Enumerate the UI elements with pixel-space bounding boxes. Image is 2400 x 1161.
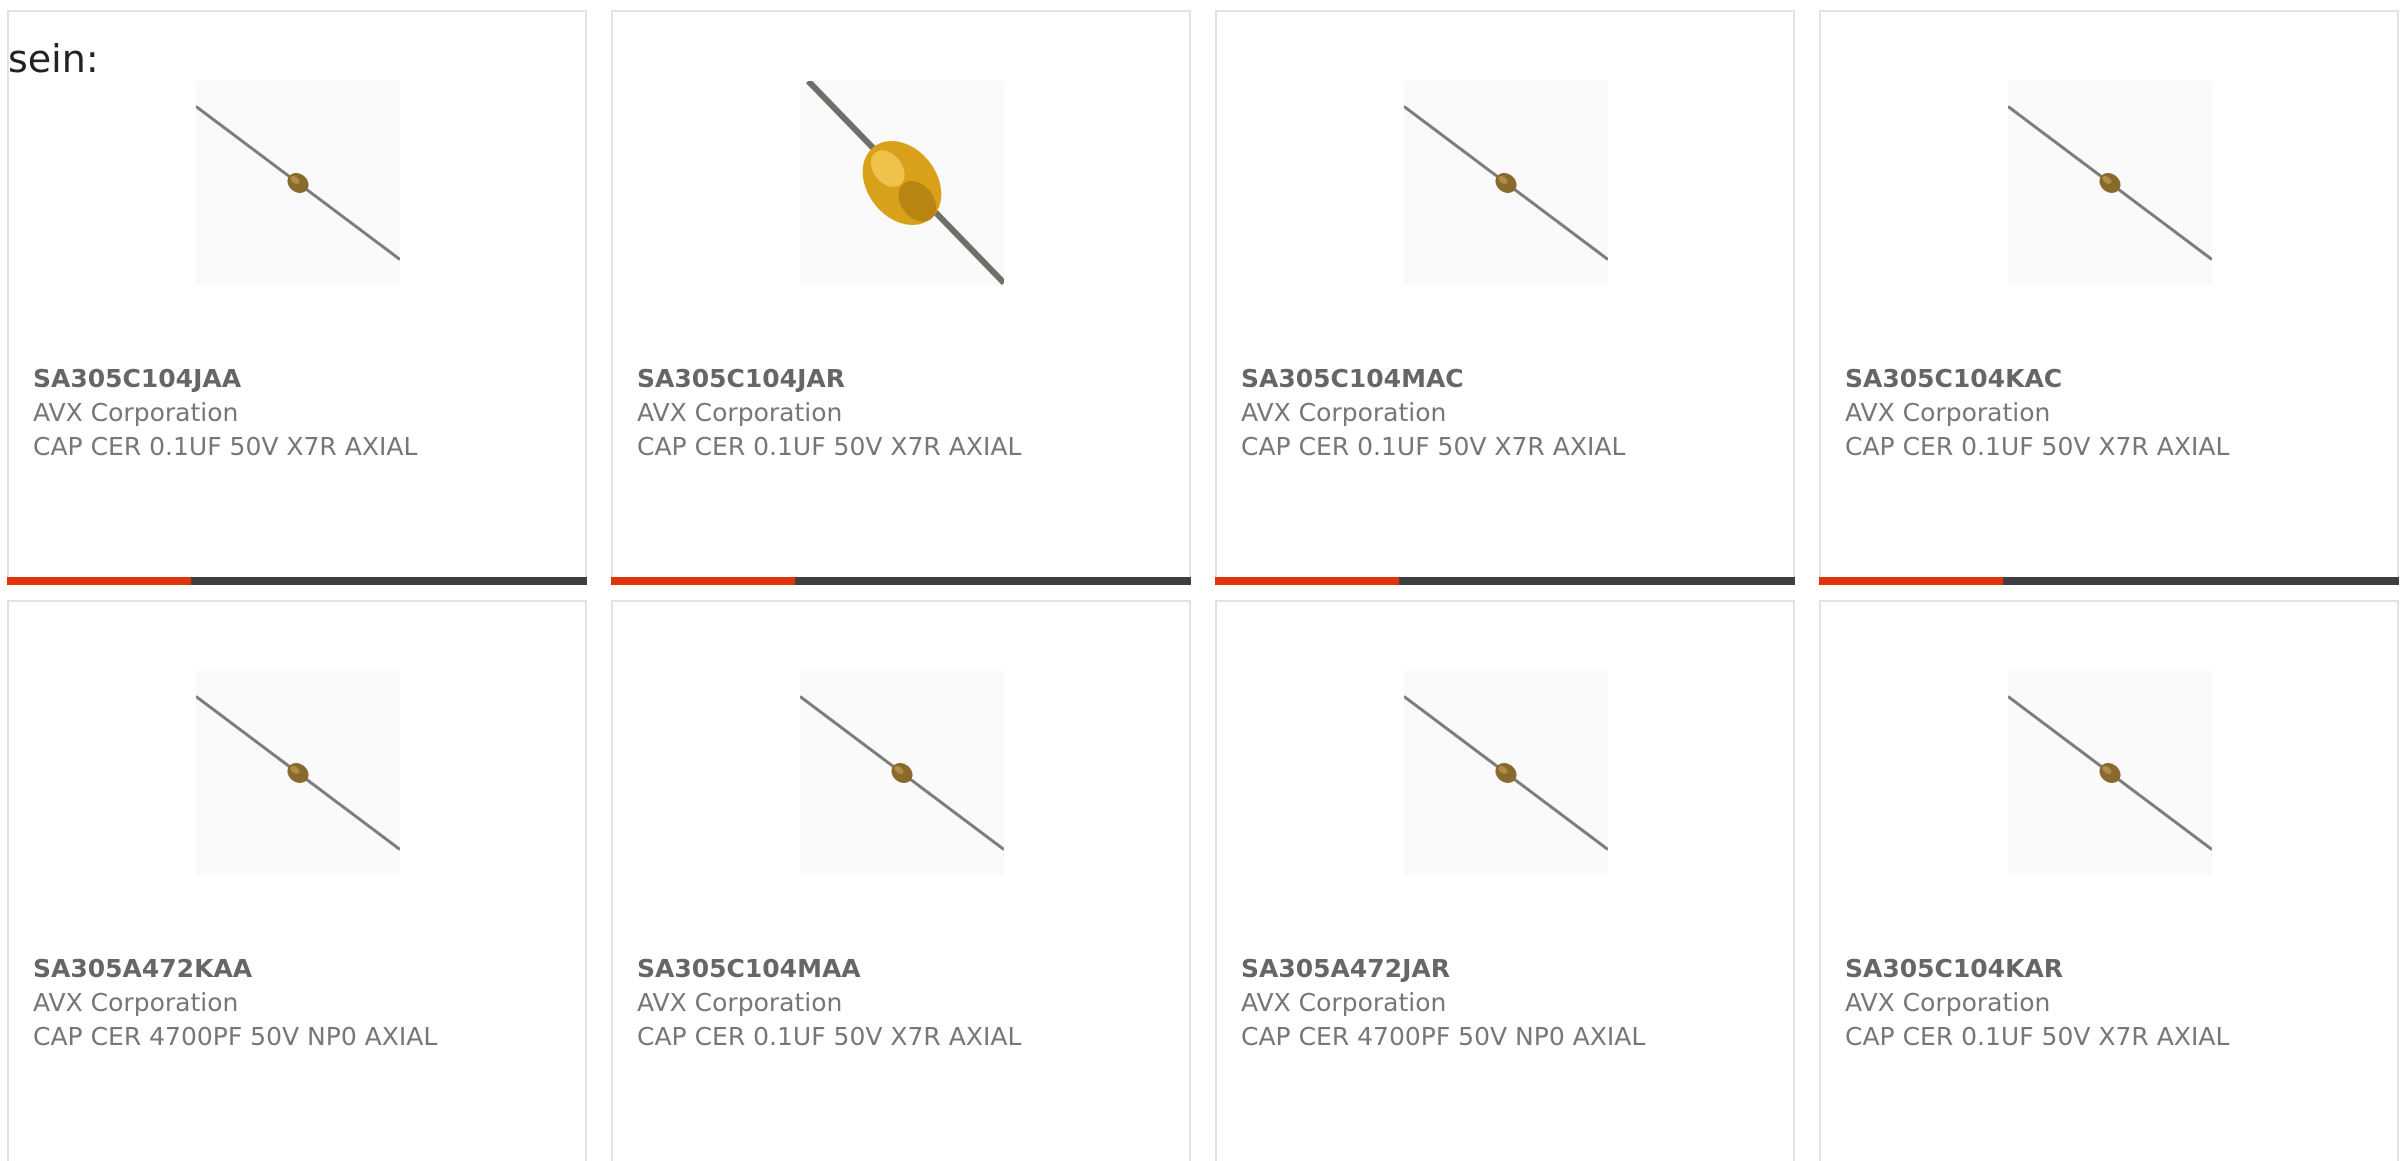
part-number[interactable]: SA305C104MAA bbox=[637, 952, 1021, 986]
card-status-bar bbox=[1819, 577, 2399, 585]
product-description: CAP CER 0.1UF 50V X7R AXIAL bbox=[1845, 432, 2230, 461]
part-number[interactable]: SA305C104KAR bbox=[1845, 952, 2229, 986]
axial-capacitor-image bbox=[800, 81, 1004, 285]
part-number[interactable]: SA305C104JAR bbox=[637, 362, 1021, 396]
product-description: CAP CER 4700PF 50V NP0 AXIAL bbox=[1241, 1022, 1646, 1051]
axial-capacitor-image bbox=[2008, 81, 2212, 285]
axial-capacitor-image bbox=[196, 81, 400, 285]
product-description: CAP CER 0.1UF 50V X7R AXIAL bbox=[637, 432, 1022, 461]
manufacturer-name: AVX Corporation bbox=[1845, 398, 2051, 427]
product-card[interactable]: SA305C104MAC AVX Corporation CAP CER 0.1… bbox=[1215, 10, 1795, 585]
product-description: CAP CER 0.1UF 50V X7R AXIAL bbox=[33, 432, 418, 461]
part-number[interactable]: SA305A472JAR bbox=[1241, 952, 1645, 986]
manufacturer-name: AVX Corporation bbox=[1241, 398, 1447, 427]
card-status-bar bbox=[611, 577, 1191, 585]
card-status-bar bbox=[7, 577, 587, 585]
manufacturer-name: AVX Corporation bbox=[1241, 988, 1447, 1017]
part-number[interactable]: SA305C104JAA bbox=[33, 362, 417, 396]
product-description: CAP CER 0.1UF 50V X7R AXIAL bbox=[1845, 1022, 2230, 1051]
part-number[interactable]: SA305A472KAA bbox=[33, 952, 437, 986]
product-card[interactable]: SA305A472KAA AVX Corporation CAP CER 470… bbox=[7, 600, 587, 1161]
part-number[interactable]: SA305C104MAC bbox=[1241, 362, 1625, 396]
manufacturer-name: AVX Corporation bbox=[637, 398, 843, 427]
product-description: CAP CER 0.1UF 50V X7R AXIAL bbox=[637, 1022, 1022, 1051]
axial-capacitor-image bbox=[1404, 671, 1608, 875]
manufacturer-name: AVX Corporation bbox=[1845, 988, 2051, 1017]
product-card[interactable]: SA305C104KAC AVX Corporation CAP CER 0.1… bbox=[1819, 10, 2399, 585]
product-card[interactable]: SA305C104MAA AVX Corporation CAP CER 0.1… bbox=[611, 600, 1191, 1161]
manufacturer-name: AVX Corporation bbox=[637, 988, 843, 1017]
axial-capacitor-image bbox=[1404, 81, 1608, 285]
product-description: CAP CER 4700PF 50V NP0 AXIAL bbox=[33, 1022, 438, 1051]
product-card[interactable]: SA305C104JAA AVX Corporation CAP CER 0.1… bbox=[7, 10, 587, 585]
manufacturer-name: AVX Corporation bbox=[33, 988, 239, 1017]
product-description: CAP CER 0.1UF 50V X7R AXIAL bbox=[1241, 432, 1626, 461]
card-status-bar bbox=[1215, 577, 1795, 585]
manufacturer-name: AVX Corporation bbox=[33, 398, 239, 427]
card-accent-segment bbox=[1215, 577, 1399, 585]
card-accent-segment bbox=[1819, 577, 2003, 585]
axial-capacitor-image bbox=[800, 671, 1004, 875]
card-accent-segment bbox=[7, 577, 191, 585]
axial-capacitor-image bbox=[2008, 671, 2212, 875]
product-card[interactable]: SA305C104JAR AVX Corporation CAP CER 0.1… bbox=[611, 10, 1191, 585]
product-grid-page: sein: SA305C104JAA AVX Corporation CAP C… bbox=[0, 0, 2400, 1161]
intro-text: sein: bbox=[8, 37, 99, 81]
axial-capacitor-image bbox=[196, 671, 400, 875]
card-accent-segment bbox=[611, 577, 795, 585]
product-card[interactable]: SA305C104KAR AVX Corporation CAP CER 0.1… bbox=[1819, 600, 2399, 1161]
product-card[interactable]: SA305A472JAR AVX Corporation CAP CER 470… bbox=[1215, 600, 1795, 1161]
part-number[interactable]: SA305C104KAC bbox=[1845, 362, 2229, 396]
